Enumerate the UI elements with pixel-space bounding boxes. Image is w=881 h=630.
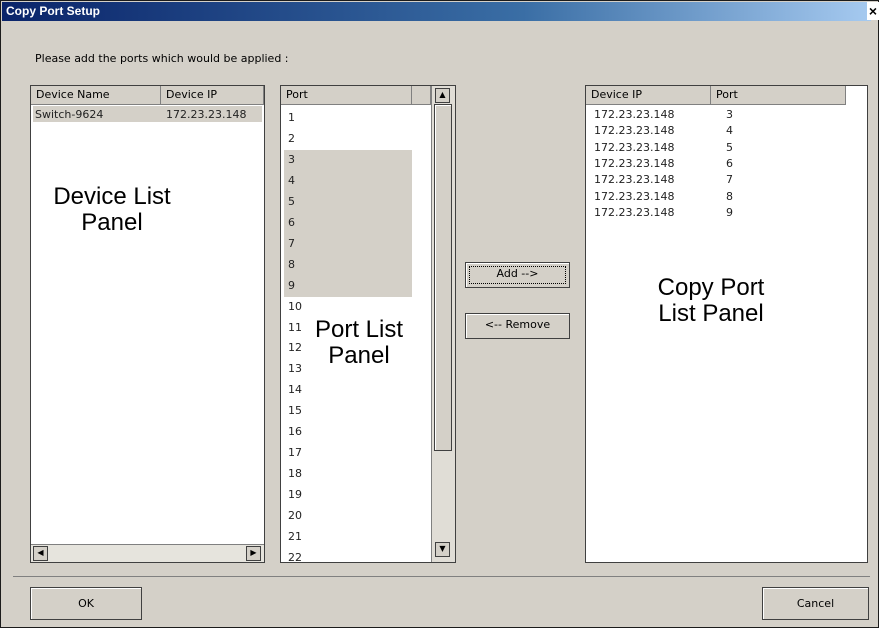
port-list-item[interactable]: 5 [288,195,295,208]
port-selection-highlight [284,233,412,256]
copy-ip-cell[interactable]: 172.23.23.148 [594,157,674,170]
copy-port-cell[interactable]: 8 [726,190,733,203]
port-list-item[interactable]: 10 [288,300,302,313]
copy-ip-cell[interactable]: 172.23.23.148 [594,108,674,121]
port-selection-highlight [284,212,412,235]
scroll-thumb[interactable] [434,104,452,451]
port-selection-highlight [284,170,412,193]
port-selection-highlight [284,275,412,298]
port-list-item[interactable]: 6 [288,216,295,229]
footer-divider [13,576,870,577]
instruction-text: Please add the ports which would be appl… [35,52,289,65]
column-header-device-ip[interactable]: Device IP [161,86,264,105]
port-list-item[interactable]: 9 [288,279,295,292]
copy-ip-cell[interactable]: 172.23.23.148 [594,190,674,203]
copy-port-setup-dialog: Copy Port Setup × Please add the ports w… [0,0,879,628]
scroll-down-icon[interactable]: ▼ [435,542,450,557]
port-list-item[interactable]: 11 [288,321,302,334]
column-header-copy-device-ip[interactable]: Device IP [586,86,711,105]
device-list-panel: Device Name Device IP Switch-9624 172.23.… [30,85,265,563]
scroll-right-icon[interactable]: ▶ [246,546,261,561]
port-list-item[interactable]: 18 [288,467,302,480]
ok-button[interactable]: OK [30,587,142,620]
scroll-left-icon[interactable]: ◀ [33,546,48,561]
port-list-item[interactable]: 4 [288,174,295,187]
vertical-scrollbar[interactable]: ▲ ▼ [431,86,455,562]
port-selection-highlight [284,191,412,214]
copy-port-cell[interactable]: 9 [726,206,733,219]
column-header-port[interactable]: Port [281,86,412,105]
port-list-panel-caption: Port List Panel [314,316,404,369]
close-icon[interactable]: × [867,2,879,20]
column-header-device-name[interactable]: Device Name [31,86,161,105]
column-header-copy-port[interactable]: Port [711,86,846,105]
port-list-item[interactable]: 15 [288,404,302,417]
horizontal-scrollbar[interactable]: ◀ ▶ [31,544,264,562]
port-list-item[interactable]: 13 [288,362,302,375]
port-list-item[interactable]: 16 [288,425,302,438]
device-name-cell: Switch-9624 [35,108,104,121]
port-list-item[interactable]: 7 [288,237,295,250]
port-list-item[interactable]: 1 [288,111,295,124]
device-ip-cell: 172.23.23.148 [166,108,247,121]
copy-port-cell[interactable]: 7 [726,173,733,186]
cancel-button[interactable]: Cancel [762,587,869,620]
port-list-item[interactable]: 14 [288,383,302,396]
port-selection-highlight [284,149,412,172]
port-list-item[interactable]: 2 [288,132,295,145]
window-title: Copy Port Setup [6,4,101,18]
scroll-up-icon[interactable]: ▲ [435,88,450,103]
copy-port-cell[interactable]: 6 [726,157,733,170]
port-list-item[interactable]: 19 [288,488,302,501]
port-list-item[interactable]: 3 [288,153,295,166]
copy-port-cell[interactable]: 3 [726,108,733,121]
port-list-item[interactable]: 17 [288,446,302,459]
copy-ip-cell[interactable]: 172.23.23.148 [594,206,674,219]
copy-port-cell[interactable]: 5 [726,141,733,154]
copy-port-list-panel-caption: Copy Port List Panel [657,274,765,327]
port-selection-highlight [284,254,412,277]
port-list-item[interactable]: 21 [288,530,302,543]
port-list-item[interactable]: 8 [288,258,295,271]
copy-port-cell[interactable]: 4 [726,124,733,137]
add-button[interactable]: Add --> [465,262,570,288]
port-list-item[interactable]: 22 [288,551,302,562]
copy-ip-cell[interactable]: 172.23.23.148 [594,173,674,186]
copy-ip-cell[interactable]: 172.23.23.148 [594,141,674,154]
port-list-item[interactable]: 12 [288,341,302,354]
remove-button[interactable]: <-- Remove [465,313,570,339]
copy-ip-cell[interactable]: 172.23.23.148 [594,124,674,137]
title-bar: Copy Port Setup [2,2,871,21]
device-list-panel-caption: Device List Panel [53,183,171,236]
column-header-spacer [412,86,431,105]
port-list-item[interactable]: 20 [288,509,302,522]
